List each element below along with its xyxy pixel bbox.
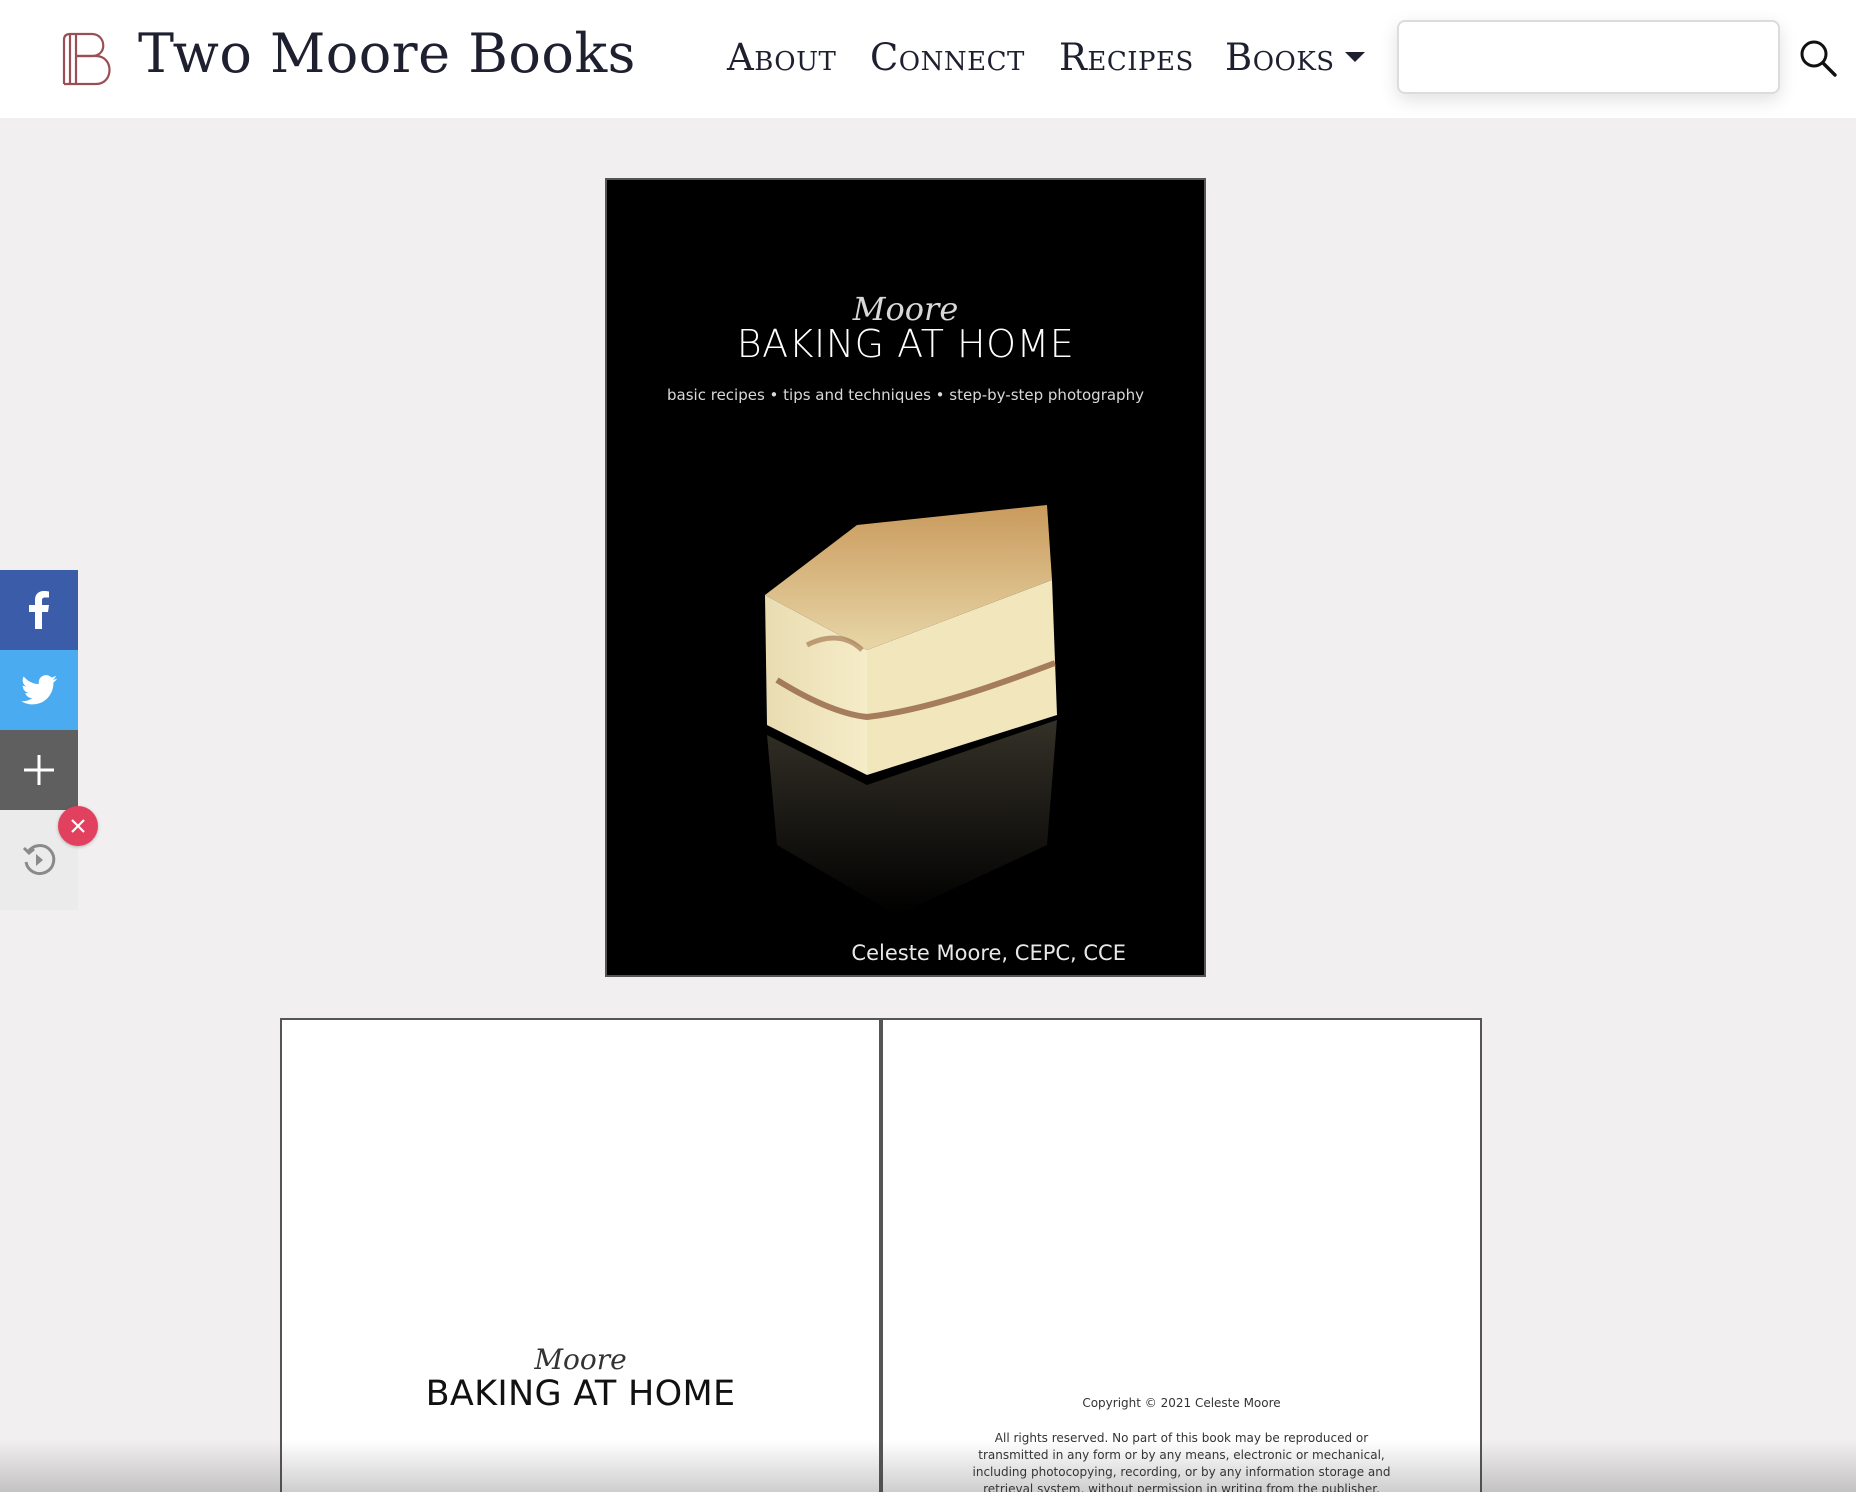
nav-recipes[interactable]: Recipes [1059,36,1194,79]
chevron-down-icon [1344,51,1365,62]
nav-books-label: Books [1225,36,1335,79]
title-page-title: BAKING AT HOME [425,1374,736,1414]
facebook-share-button[interactable] [0,570,78,650]
site-header: Two Moore Books About Connect Recipes Bo… [0,0,1856,118]
close-share-button[interactable] [58,806,98,846]
cover-subtitle: basic recipes • tips and techniques • st… [667,386,1144,404]
nav-about[interactable]: About [727,36,836,79]
history-icon [22,844,56,876]
coffee-cake-photo [765,505,1057,915]
cover-title: BAKING AT HOME [736,322,1075,366]
search-input[interactable] [1397,20,1780,94]
site-title[interactable]: Two Moore Books [138,22,636,85]
plus-icon [24,755,54,785]
cover-author: Celeste Moore, CEPC, CCE [851,941,1126,965]
nav-connect[interactable]: Connect [870,36,1025,79]
rights-statement: All rights reserved. No part of this boo… [972,1431,1391,1492]
twitter-share-button[interactable] [0,650,78,730]
title-page-script-title: Moore [534,1343,627,1376]
more-share-button[interactable] [0,730,78,810]
copyright-line: Copyright © 2021 Celeste Moore [1082,1396,1281,1410]
copyright-page[interactable]: Copyright © 2021 Celeste Moore All right… [881,1018,1482,1492]
share-sidebar [0,570,78,910]
two-moore-books-logo-icon[interactable] [58,28,120,88]
nav-books-dropdown[interactable]: Books [1225,36,1365,79]
facebook-icon [29,591,49,629]
title-page[interactable]: Moore BAKING AT HOME [280,1018,881,1492]
search-icon[interactable] [1798,38,1838,78]
close-icon [71,819,85,833]
twitter-icon [21,675,57,705]
book-cover[interactable]: Moore BAKING AT HOME basic recipes • tip… [605,178,1206,977]
